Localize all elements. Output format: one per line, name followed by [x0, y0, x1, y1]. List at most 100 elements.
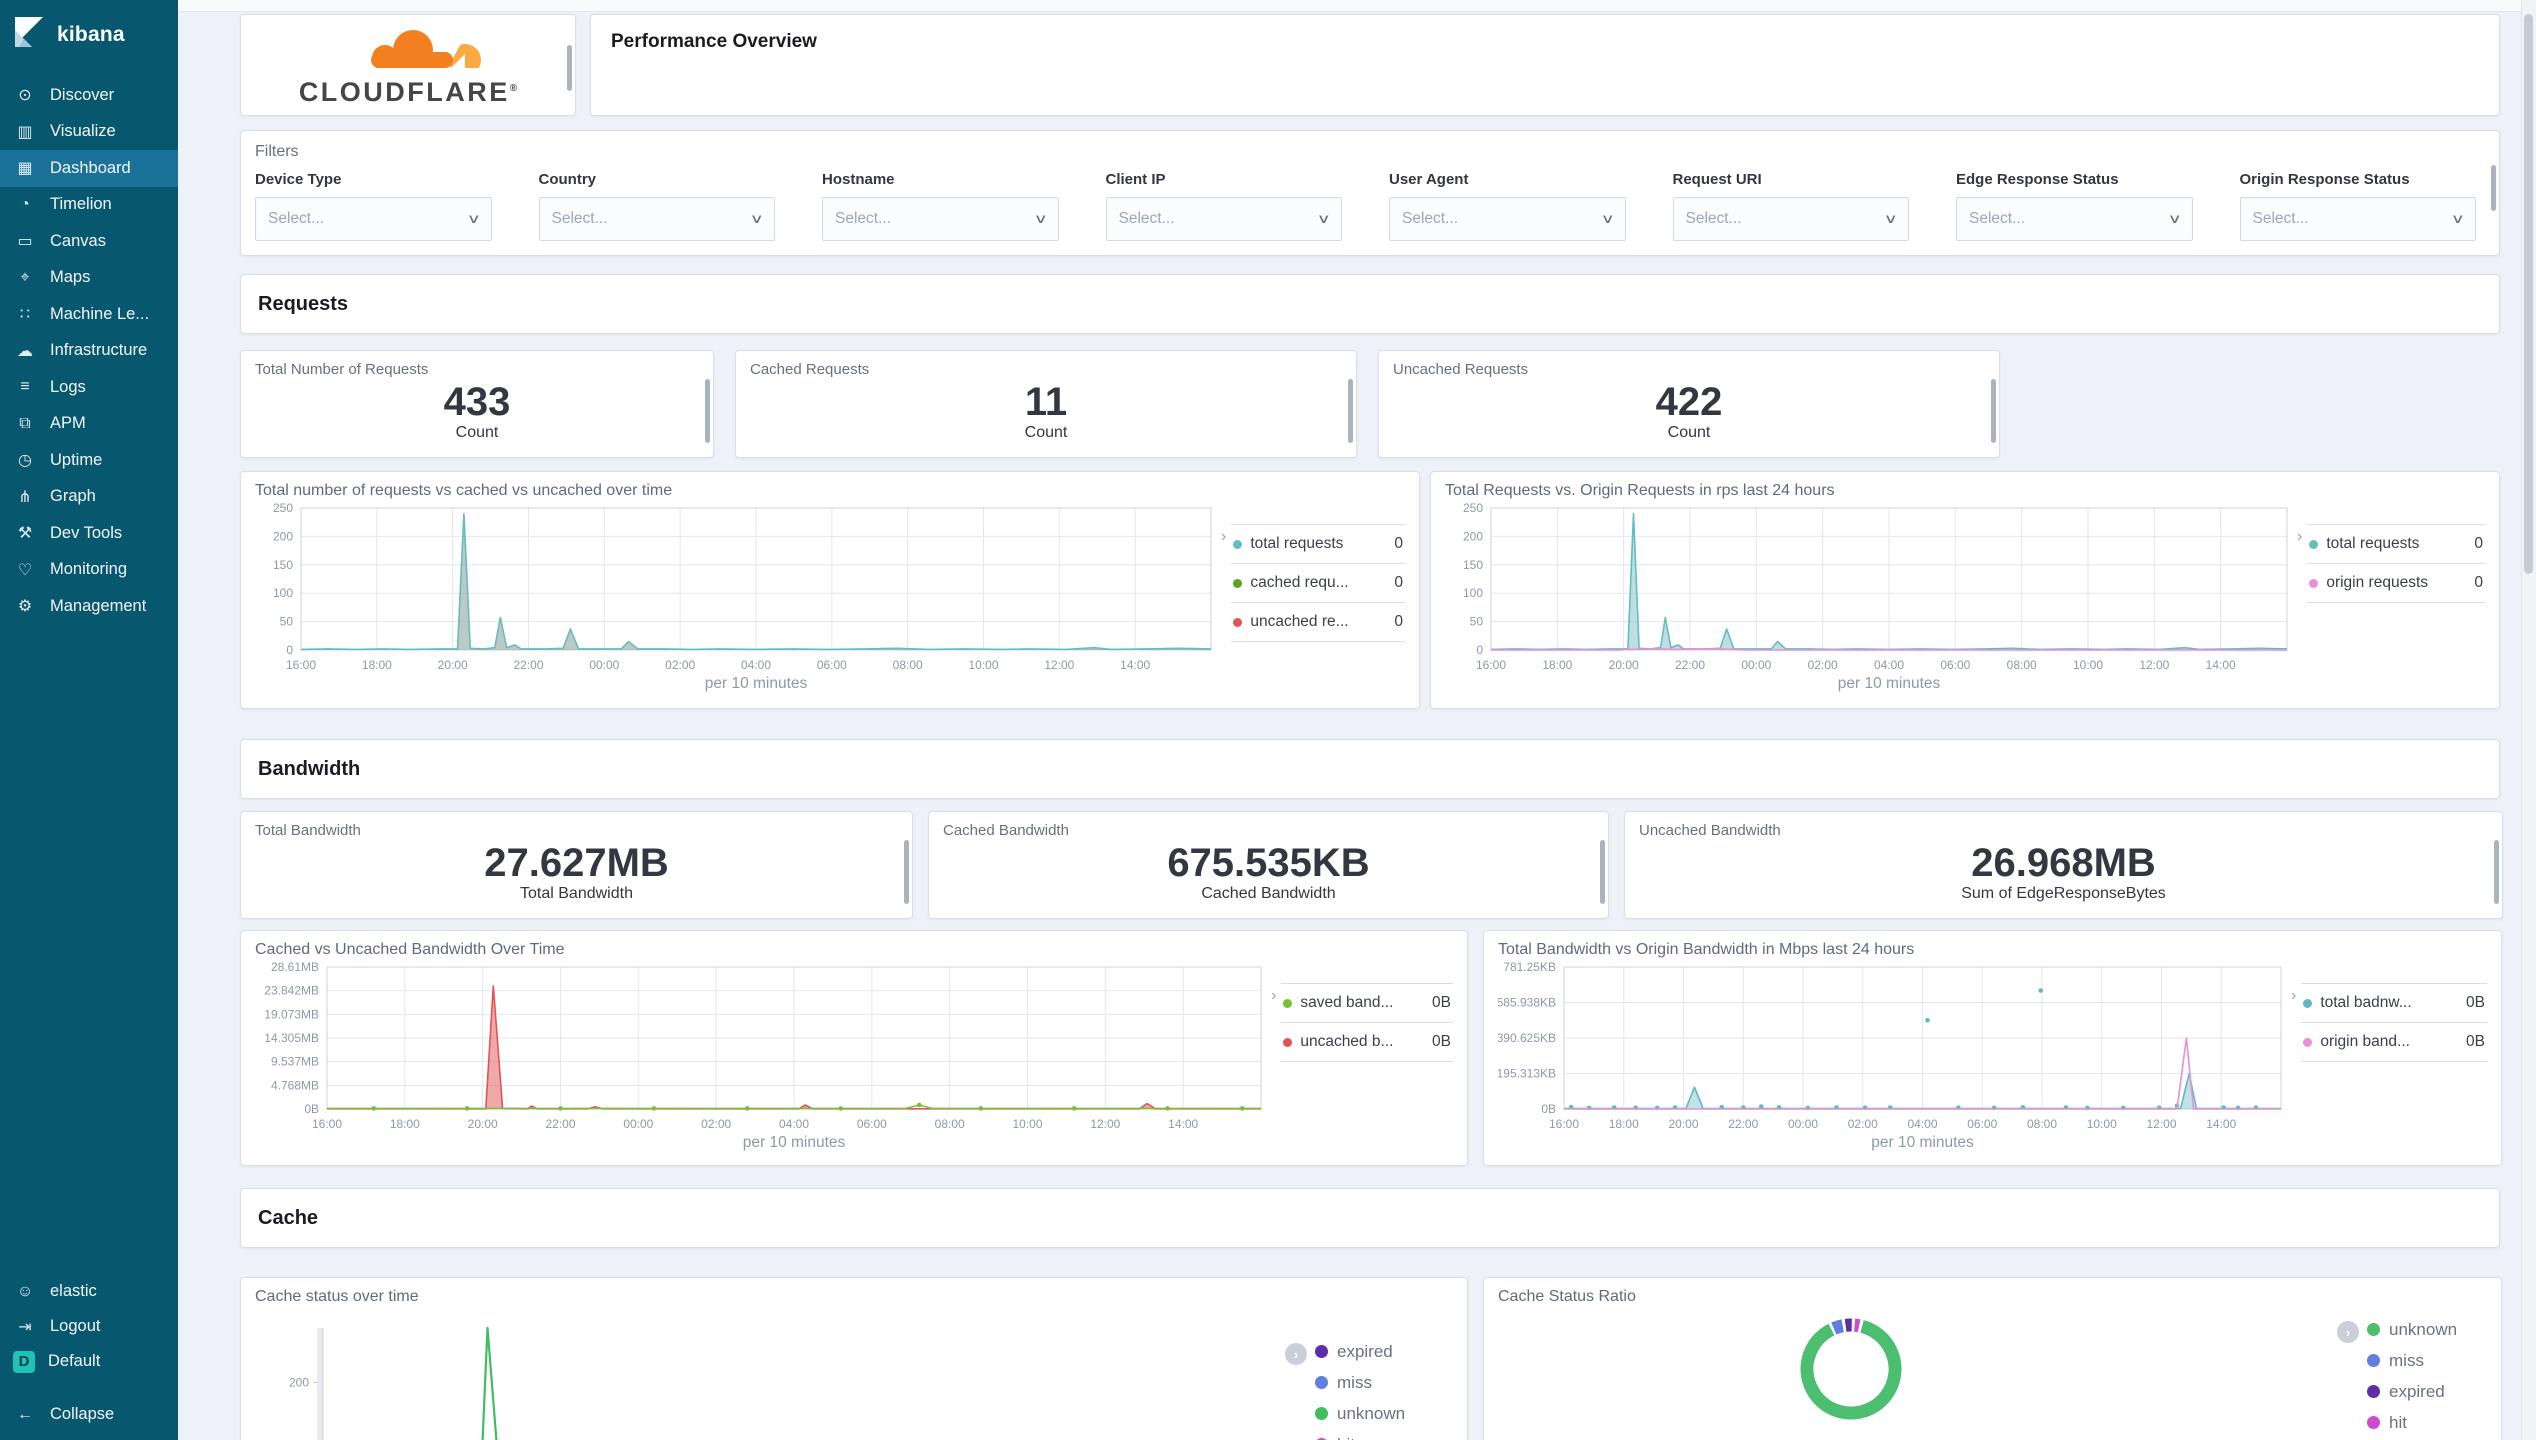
- legend-item-unknown[interactable]: unknown: [1315, 1398, 1420, 1429]
- legend-item-uncached-b-[interactable]: uncached b... 0B: [1281, 1022, 1453, 1062]
- chart-title: Total number of requests vs cached vs un…: [255, 482, 673, 499]
- sidebar-item-graph[interactable]: ⋔ Graph: [0, 479, 178, 516]
- legend-dot: [2303, 1037, 2313, 1047]
- space-default-badge: D: [13, 1350, 35, 1373]
- bandwidth-over-time-chart[interactable]: 16:00 18:00 20:00 22:00 00:00 02:00 04:00 06:00…: [255, 959, 1271, 1155]
- chart-panel-cache-status-ratio: Cache Status Ratio › unknown miss expired h…: [1483, 1277, 2502, 1440]
- heartbeat-icon: ♡: [17, 561, 33, 579]
- legend-expand-icon[interactable]: ›: [1285, 1343, 1307, 1365]
- section-header-requests: Requests: [240, 274, 2500, 334]
- panel-scrollbar[interactable]: [567, 45, 572, 91]
- logs-icon: ≡: [20, 378, 30, 396]
- filter-field-origin-response-status: Origin Response Status Select... ∨: [2239, 171, 2476, 241]
- sidebar-item-uptime[interactable]: ◷ Uptime: [0, 442, 178, 479]
- legend-item-miss[interactable]: miss: [1315, 1367, 1420, 1398]
- sidebar-item-label: Timelion: [50, 195, 112, 214]
- sidebar-item-discover[interactable]: ⊙ Discover: [0, 77, 178, 114]
- filter-select-client-ip[interactable]: Select... ∨: [1105, 197, 1342, 241]
- metric-value: 11: [1024, 380, 1068, 424]
- sidebar-item-label: Logs: [50, 377, 86, 396]
- svg-text:08:00: 08:00: [2007, 658, 2037, 672]
- legend-expand-icon[interactable]: ›: [2291, 983, 2296, 1155]
- bandwidth-vs-origin-chart[interactable]: 16:00 18:00 20:00 22:00 00:00 02:00 04:00 06:00…: [1497, 959, 2291, 1155]
- panel-scrollbar[interactable]: [2491, 165, 2496, 211]
- legend-label: expired: [1337, 1341, 1393, 1361]
- legend-item-unknown[interactable]: unknown: [2367, 1314, 2457, 1345]
- svg-text:390.625KB: 390.625KB: [1498, 1031, 1556, 1045]
- legend-item-total-requests[interactable]: total requests 0: [1231, 524, 1405, 563]
- page-scrollbar[interactable]: [2521, 0, 2536, 1440]
- sidebar-item-apm[interactable]: ⧉ APM: [0, 406, 178, 443]
- legend-item-hit[interactable]: hit: [1315, 1429, 1420, 1440]
- panel-scrollbar[interactable]: [1600, 840, 1605, 904]
- filter-select-hostname[interactable]: Select... ∨: [822, 197, 1059, 241]
- metric-title: Cached Requests: [750, 361, 870, 378]
- svg-text:585.938KB: 585.938KB: [1498, 995, 1556, 1009]
- chart-title: Total Bandwidth vs Origin Bandwidth in M…: [1498, 941, 1915, 958]
- filter-select-origin-response-status[interactable]: Select... ∨: [2239, 197, 2476, 241]
- cache-ratio-donut[interactable]: [1792, 1310, 1910, 1433]
- chevron-down-icon: ∨: [2451, 211, 2466, 226]
- kibana-home-link[interactable]: kibana: [0, 0, 178, 67]
- legend-expand-icon[interactable]: ›: [2337, 1321, 2359, 1343]
- panel-scrollbar[interactable]: [705, 379, 710, 443]
- sidebar-item-default[interactable]: D Default: [0, 1344, 178, 1379]
- sidebar-item-visualize[interactable]: ▥ Visualize: [0, 114, 178, 151]
- sidebar-item-infrastructure[interactable]: ☁ Infrastructure: [0, 333, 178, 370]
- svg-text:10:00: 10:00: [1012, 1117, 1042, 1131]
- legend-item-expired[interactable]: expired: [2367, 1376, 2457, 1407]
- legend-expand-icon[interactable]: ›: [1221, 524, 1226, 698]
- legend-item-hit[interactable]: hit: [2367, 1407, 2457, 1438]
- sidebar-item-machine-le[interactable]: ∷ Machine Le...: [0, 296, 178, 333]
- svg-text:02:00: 02:00: [665, 658, 695, 672]
- select-placeholder: Select...: [268, 210, 324, 227]
- legend-item-origin-requests[interactable]: origin requests 0: [2307, 563, 2485, 603]
- sidebar-item-elastic[interactable]: ☺ elastic: [0, 1274, 178, 1309]
- legend-dot: [1233, 578, 1243, 588]
- requests-vs-origin-chart[interactable]: 16:00 18:00 20:00 22:00 00:00 02:00 04:00 06:00…: [1445, 500, 2297, 696]
- legend-item-miss[interactable]: miss: [2367, 1345, 2457, 1376]
- legend-item-total-requests[interactable]: total requests 0: [2307, 524, 2485, 563]
- sidebar-item-canvas[interactable]: ▭ Canvas: [0, 223, 178, 260]
- bandwidth-charts-row: Cached vs Uncached Bandwidth Over Time 1…: [240, 930, 2502, 1166]
- sidebar-item-collapse[interactable]: ← Collapse: [0, 1397, 178, 1432]
- panel-scrollbar[interactable]: [1991, 379, 1996, 443]
- legend-expand-icon[interactable]: ›: [1271, 983, 1276, 1155]
- sidebar-item-logs[interactable]: ≡ Logs: [0, 369, 178, 406]
- sidebar-item-dev-tools[interactable]: ⚒ Dev Tools: [0, 515, 178, 552]
- filter-select-country[interactable]: Select... ∨: [538, 197, 775, 241]
- page-scrollbar-thumb[interactable]: [2524, 14, 2533, 574]
- legend-item-origin-band-[interactable]: origin band... 0B: [2301, 1022, 2487, 1062]
- sidebar-item-logout[interactable]: ⇥ Logout: [0, 1309, 178, 1344]
- legend-item-uncached-re-[interactable]: uncached re... 0: [1231, 602, 1405, 642]
- svg-text:20:00: 20:00: [1609, 658, 1639, 672]
- requests-over-time-chart[interactable]: 16:00 18:00 20:00 22:00 00:00 02:00 04:00 06:00…: [255, 500, 1221, 696]
- legend-value: 0: [2474, 535, 2483, 552]
- panel-scrollbar[interactable]: [904, 840, 909, 904]
- sidebar-item-monitoring[interactable]: ♡ Monitoring: [0, 552, 178, 589]
- sidebar-item-label: Collapse: [50, 1405, 115, 1423]
- svg-text:14:00: 14:00: [2206, 1117, 2236, 1131]
- cache-status-chart[interactable]: 20015010050Count: [255, 1320, 1285, 1440]
- panel-scrollbar[interactable]: [1348, 379, 1353, 443]
- filter-select-edge-response-status[interactable]: Select... ∨: [1956, 197, 2193, 241]
- filter-select-user-agent[interactable]: Select... ∨: [1389, 197, 1626, 241]
- sidebar-item-maps[interactable]: ⌖ Maps: [0, 260, 178, 297]
- sidebar-item-dashboard[interactable]: ▦ Dashboard: [0, 150, 178, 187]
- legend-expand-icon[interactable]: ›: [2297, 524, 2302, 698]
- legend-item-cached-requ-[interactable]: cached requ... 0: [1231, 563, 1405, 602]
- legend-item-saved-band-[interactable]: saved band... 0B: [1281, 983, 1453, 1022]
- legend-item-total-badnw-[interactable]: total badnw... 0B: [2301, 983, 2487, 1022]
- sidebar-item-management[interactable]: ⚙ Management: [0, 588, 178, 625]
- filter-select-device-type[interactable]: Select... ∨: [255, 197, 492, 241]
- panel-scrollbar[interactable]: [2494, 840, 2499, 904]
- chevron-down-icon: ∨: [750, 211, 765, 226]
- chart-legend: total badnw... 0B origin band... 0B: [2301, 983, 2487, 1155]
- legend-dot: [1315, 1407, 1328, 1420]
- sidebar-item-label: Graph: [50, 487, 96, 506]
- legend-item-expired[interactable]: expired: [1315, 1336, 1420, 1367]
- filter-select-request-uri[interactable]: Select... ∨: [1672, 197, 1909, 241]
- sidebar-item-timelion[interactable]: ◔ Timelion: [0, 187, 178, 224]
- chevron-down-icon: ∨: [1600, 211, 1615, 226]
- sidebar-item-label: Infrastructure: [50, 341, 148, 360]
